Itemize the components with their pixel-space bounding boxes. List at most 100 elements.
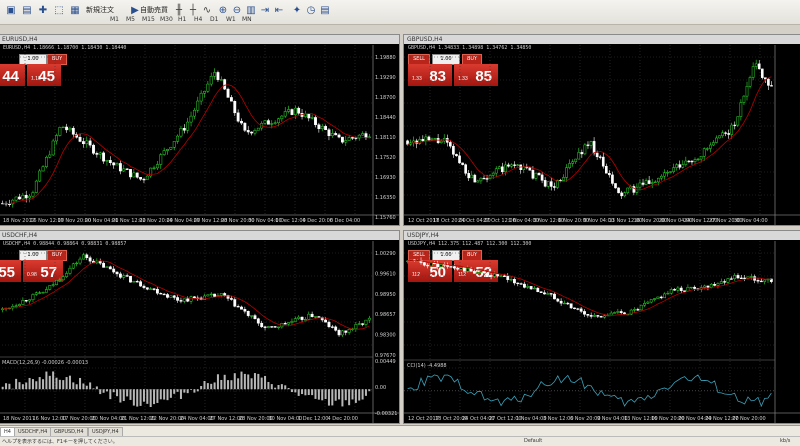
candle-body [327, 129, 331, 137]
tf-m5[interactable]: M5 [126, 16, 135, 23]
candle-body [71, 263, 75, 269]
candle-body [44, 289, 48, 293]
tf-h1[interactable]: H1 [178, 16, 186, 23]
candle-body [533, 287, 536, 290]
candle-body [529, 286, 533, 290]
profiles-icon[interactable]: ▤ [20, 4, 34, 18]
tf-m1[interactable]: M1 [110, 16, 119, 23]
tf-w1[interactable]: W1 [226, 16, 236, 23]
candle-body [467, 173, 471, 179]
candle-body [354, 324, 358, 330]
candle-body [367, 317, 371, 321]
candle-body [209, 293, 213, 296]
candle-body [656, 296, 660, 299]
candle-body [78, 136, 82, 142]
candle-body [303, 319, 307, 321]
candle-body [364, 319, 368, 325]
candle-body [636, 309, 640, 311]
candle-body [519, 283, 523, 285]
candle-body [21, 300, 25, 305]
terminal-icon[interactable]: ▦ [68, 4, 82, 18]
candle-body [526, 286, 530, 288]
candle-body [763, 279, 767, 282]
chart-window-eurusd[interactable]: EURUSD,H4 EURUSD,H4 1.18666 1.18700 1.18… [0, 34, 400, 226]
candle-body [236, 306, 240, 308]
tf-mn[interactable]: MN [242, 16, 252, 23]
candle-body [186, 121, 190, 131]
candle-body [543, 180, 547, 187]
candle-body [102, 262, 106, 268]
candle-body [203, 90, 206, 94]
candle-body [58, 279, 62, 281]
candle-body [155, 288, 159, 294]
candle-body [673, 289, 676, 291]
candle-body [733, 124, 737, 127]
candle-body [314, 316, 317, 318]
candle-body [757, 63, 761, 70]
candle-body [324, 126, 328, 130]
candle-body [687, 160, 691, 163]
chart-window-usdchf[interactable]: USDCHF,H4 USDCHF,H4 0.98844 0.98864 0.98… [0, 230, 400, 424]
chart-window-usdjpy[interactable]: USDJPY,H4 USDJPY,H4 112.375 112.487 112.… [403, 230, 800, 424]
candle-body [458, 155, 461, 164]
candle-body [270, 123, 274, 125]
candle-body [479, 177, 483, 182]
candle-body [324, 319, 328, 323]
candle-body [593, 315, 596, 317]
autotrading-button[interactable]: 自動売買 [140, 5, 168, 15]
market-watch-icon[interactable]: ✚ [36, 4, 50, 18]
candle-body [586, 144, 590, 146]
candle-body [226, 88, 230, 98]
time-tick-label: 4 Dec 20:00 [303, 218, 333, 224]
navigator-icon[interactable]: ⬚ [52, 4, 66, 18]
new-order-button[interactable]: 新規注文 [86, 5, 114, 15]
tf-m30[interactable]: M30 [160, 16, 173, 23]
candle-body [38, 170, 42, 182]
candle-body [317, 124, 321, 130]
price-tick-label: 1.19290 [375, 75, 396, 81]
candle-body [92, 144, 95, 154]
tf-d1[interactable]: D1 [210, 16, 218, 23]
candle-body [55, 279, 58, 285]
candle-body [553, 293, 556, 300]
candle-body [579, 308, 583, 312]
candle-body [31, 192, 35, 197]
chart-shift-icon[interactable]: ⇤ [272, 4, 286, 18]
candle-body [619, 311, 623, 314]
price-tick-label: 1.00290 [375, 251, 396, 257]
candle-body [576, 308, 580, 310]
candle-body [139, 177, 143, 180]
candle-body [354, 137, 358, 139]
candle-body [603, 315, 606, 318]
new-chart-icon[interactable]: ▣ [4, 4, 18, 18]
candle-body [712, 142, 715, 146]
candle-body [482, 177, 486, 180]
candle-body [499, 275, 503, 277]
candle-body [503, 275, 506, 277]
candle-body [243, 309, 247, 312]
candle-body [340, 330, 344, 336]
candle-body [466, 267, 470, 272]
time-tick-label: 18 Nov 2017 [3, 416, 35, 422]
candle-body [729, 278, 733, 280]
tf-h4[interactable]: H4 [194, 16, 202, 23]
candle-body [344, 140, 348, 143]
chart-window-gbpusd[interactable]: GBPUSD,H4 GBPUSD,H4 1.34833 1.34898 1.34… [403, 34, 800, 226]
candle-body [290, 321, 294, 323]
candle-body [556, 298, 560, 302]
autoscroll-icon[interactable]: ⇥ [258, 4, 272, 18]
candle-body [739, 102, 743, 117]
tf-m15[interactable]: M15 [142, 16, 155, 23]
candle-body [639, 304, 643, 311]
indicators-icon[interactable]: ✦ [290, 4, 304, 18]
candle-body [189, 296, 193, 302]
candle-body [135, 281, 139, 283]
templates-icon[interactable]: ▤ [318, 4, 332, 18]
periods-icon[interactable]: ◷ [304, 4, 318, 18]
toolbar: ▣ ▤ ✚ ⬚ ▦ 新規注文 ▶ 自動売買 ╫ ┼ ∿ ⊕ ⊖ ▥ ⇥ ⇤ ✦ … [0, 0, 800, 25]
candle-body [223, 79, 227, 90]
candle-body [647, 180, 651, 184]
price-tick-label: 1.19880 [375, 55, 396, 61]
candle-body [145, 287, 149, 290]
candle-body [357, 323, 361, 325]
